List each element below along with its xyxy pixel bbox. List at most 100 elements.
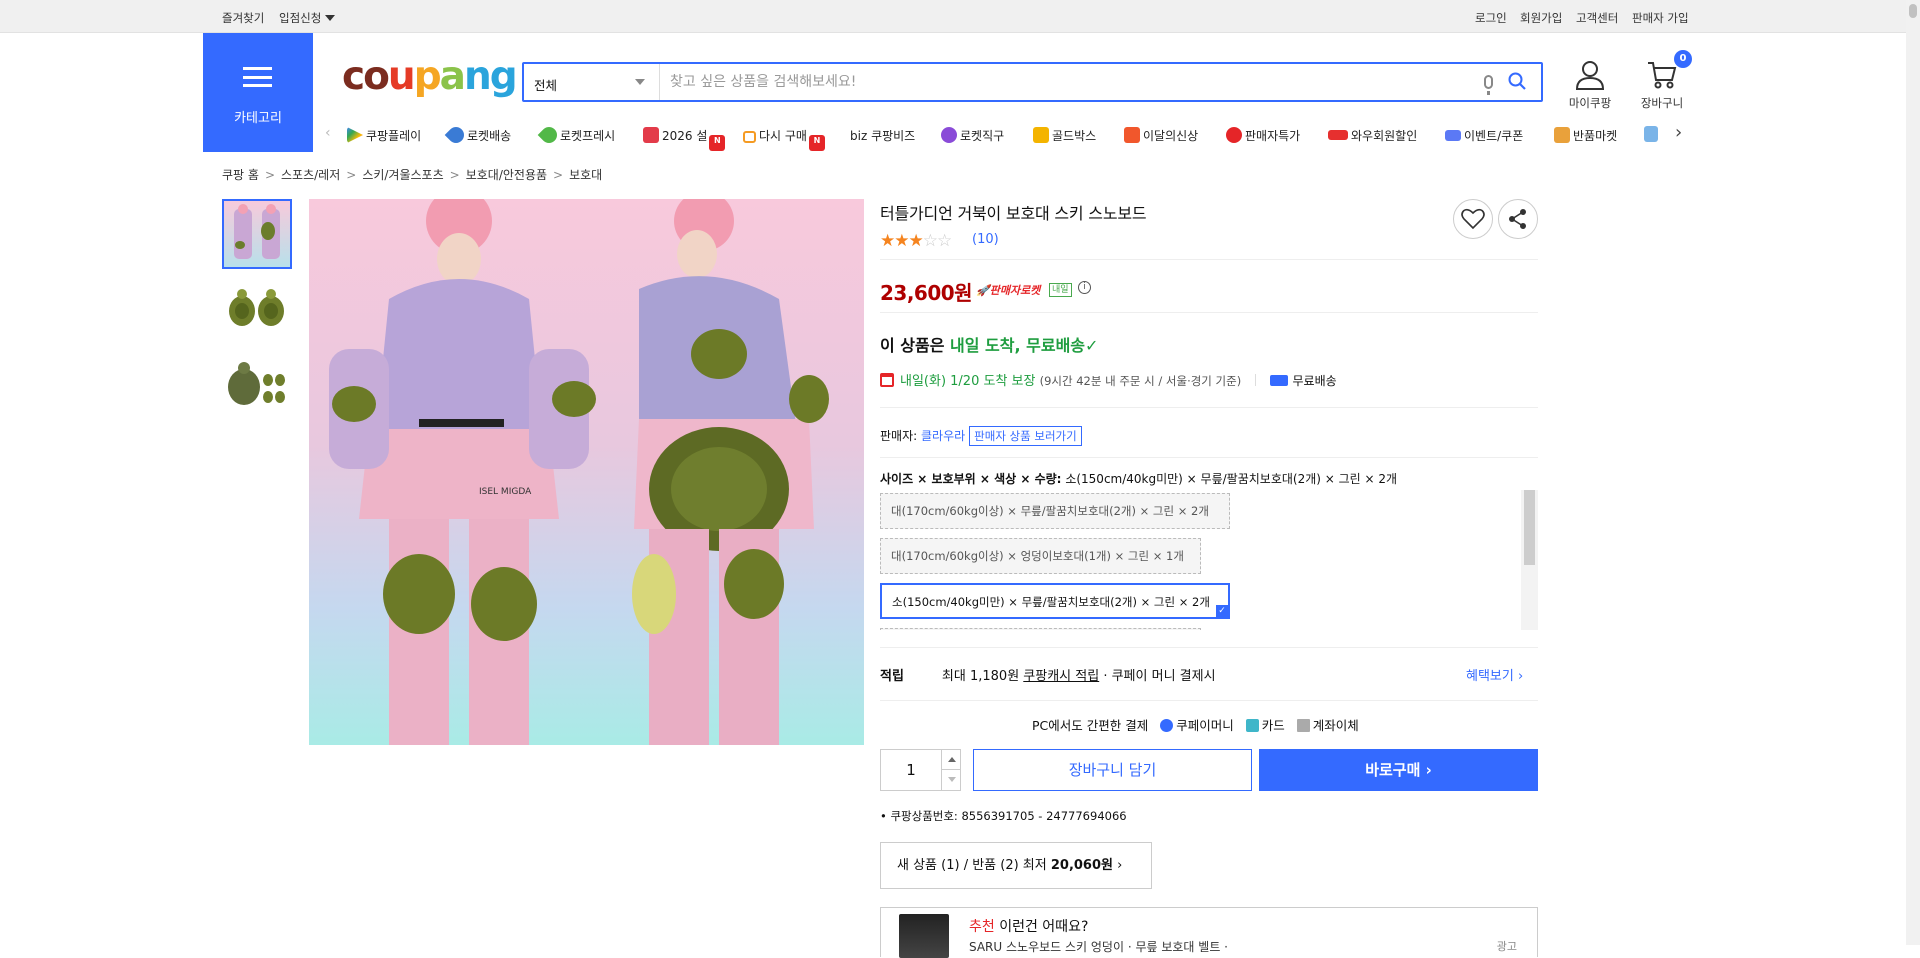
product-photo: ISEL MIGDA	[329, 199, 829, 745]
add-to-cart-button[interactable]: 장바구니 담기	[973, 749, 1252, 791]
user-icon	[1575, 61, 1605, 90]
benefit-link[interactable]: 혜택보기 ›	[1466, 665, 1523, 684]
page-scrollbar[interactable]	[1906, 0, 1920, 945]
category-label: 카테고리	[234, 111, 282, 126]
divider	[1255, 374, 1257, 386]
nav-item-rocket-fresh[interactable]: 로켓프레시	[537, 123, 615, 147]
seller-products-button[interactable]: 판매자 상품 보러가기	[969, 426, 1082, 446]
ad-label: 광고	[1496, 940, 1517, 953]
option-label-value: 소(150cm/40kg미만) × 무릎/팔꿈치보호대(2개) × 그린 × 2…	[1065, 472, 1398, 486]
info-icon[interactable]: i	[1078, 281, 1091, 294]
quantity-up-button[interactable]	[941, 750, 961, 770]
breadcrumb-item[interactable]: 스키/겨울스포츠	[362, 168, 443, 182]
product-title: 터틀가디언 거북이 보호대 스키 스노보드	[880, 204, 1147, 223]
nav-item-coupang-play[interactable]: 쿠팡플레이	[347, 127, 421, 144]
divider	[880, 457, 1538, 458]
star-filled-icon: ★	[894, 231, 910, 251]
nav-item-rocket-global[interactable]: 로켓직구	[941, 127, 1004, 144]
buy-now-button[interactable]: 바로구매 ›	[1259, 749, 1538, 791]
calendar-icon	[880, 373, 894, 387]
nav-label: 판매자특가	[1245, 129, 1301, 143]
recommendation-highlight: 추천	[969, 919, 995, 935]
bookmark-link[interactable]: 즐겨찾기	[222, 10, 264, 26]
category-menu-button[interactable]: 카테고리	[203, 33, 313, 152]
product-price: 23,600원	[880, 281, 973, 305]
coupang-cash-link[interactable]: 쿠팡캐시 적립	[1023, 669, 1099, 684]
product-thumbnail-2[interactable]	[222, 276, 292, 346]
check-icon: ✓	[1216, 605, 1228, 617]
nav-item-wow-discount[interactable]: 와우회원할인	[1328, 127, 1417, 144]
nav-item-goldbox[interactable]: 골드박스	[1033, 127, 1096, 144]
review-count-link[interactable]: (10)	[972, 232, 999, 247]
customer-center-link[interactable]: 고객센터	[1576, 10, 1618, 26]
my-coupang-label: 마이쿠팡	[1568, 96, 1612, 110]
search-category-select[interactable]: 전체	[524, 64, 660, 100]
product-thumbnail-3[interactable]	[222, 352, 292, 422]
login-link[interactable]: 로그인	[1475, 10, 1507, 26]
new-used-offers-button[interactable]: 새 상품 (1) / 반품 (2) 최저 20,060원 ›	[880, 842, 1152, 889]
pc-pay-label: PC에서도 간편한 결제	[1032, 718, 1149, 733]
microphone-icon[interactable]	[1484, 75, 1493, 95]
delivery-summary: 이 상품은 내일 도착, 무료배송✓	[880, 332, 1098, 356]
pc-easy-pay: PC에서도 간편한 결제 쿠페이머니 카드 계좌이체	[1032, 715, 1359, 734]
nav-item-seller-deals[interactable]: 판매자특가	[1226, 127, 1300, 144]
option-list: 대(170cm/60kg이상) × 무릎/팔꿈치보호대(2개) × 그린 × 2…	[880, 490, 1538, 630]
nav-item-new-arrivals[interactable]: 이달의신상	[1124, 127, 1198, 144]
nav-next-arrow-icon[interactable]: ›	[1675, 122, 1682, 143]
delivery-prefix: 이 상품은	[880, 336, 951, 355]
nav-prev-arrow-icon[interactable]: ‹	[325, 125, 331, 141]
product-main-image[interactable]: ISEL MIGDA	[309, 199, 864, 745]
quantity-input[interactable]: 1	[881, 750, 941, 790]
breadcrumb-separator-icon: >	[553, 168, 564, 182]
nav-label: 이달의신상	[1143, 129, 1199, 143]
breadcrumb-separator-icon: >	[449, 168, 460, 182]
my-coupang-button[interactable]: 마이쿠팡	[1560, 60, 1620, 111]
option-item[interactable]	[880, 628, 1201, 630]
page-scrollbar-thumb[interactable]	[1909, 4, 1917, 18]
tomorrow-badge: 내일	[1049, 283, 1072, 297]
option-item[interactable]: 대(170cm/60kg이상) × 무릎/팔꿈치보호대(2개) × 그린 × 2…	[880, 493, 1230, 529]
checkmark-icon: ✓	[1085, 336, 1099, 355]
breadcrumb-home[interactable]: 쿠팡 홈	[222, 168, 259, 182]
coupang-logo[interactable]: coupang	[342, 54, 518, 100]
nav-item-coupang-biz[interactable]: biz 쿠팡비즈	[850, 127, 915, 144]
buy-now-label: 바로구매	[1365, 761, 1421, 779]
nav-label: 로켓직구	[960, 129, 1005, 143]
product-thumbnail-1[interactable]	[222, 199, 292, 269]
gift-icon	[643, 127, 659, 143]
rocket-fresh-icon	[537, 123, 561, 147]
search-icon[interactable]	[1508, 72, 1526, 90]
home-icon	[743, 131, 756, 143]
seller-signup-link[interactable]: 판매자 가입	[1632, 10, 1689, 26]
seller-info: 판매자: 클라우라 판매자 상품 보러가기	[880, 426, 1082, 446]
nav-item-rocket-delivery[interactable]: 로켓배송	[444, 123, 511, 147]
seller-rocket-label: 판매자로켓	[989, 284, 1041, 297]
quantity-down-button[interactable]	[941, 770, 961, 790]
points-label: 적립	[880, 669, 904, 684]
recommendation-card[interactable]: 추천 이런건 어때요? SARU 스노우보드 스키 엉덩이 · 무릎 보호대 벨…	[880, 907, 1538, 958]
nav-more-icon	[1644, 126, 1661, 142]
breadcrumb-item[interactable]: 보호대/안전용품	[466, 168, 547, 182]
nav-item-return-market[interactable]: 반품마켓	[1554, 127, 1617, 144]
scrollbar-thumb[interactable]	[1524, 490, 1535, 565]
share-icon	[1509, 209, 1526, 229]
wishlist-button[interactable]	[1453, 199, 1493, 239]
breadcrumb-separator-icon: >	[264, 168, 275, 182]
signup-link[interactable]: 회원가입	[1520, 10, 1562, 26]
breadcrumb-item[interactable]: 스포츠/레저	[281, 168, 340, 182]
seller-name-link[interactable]: 클라우라	[921, 429, 965, 443]
hamburger-icon	[243, 67, 272, 87]
option-item-selected[interactable]: 소(150cm/40kg미만) × 무릎/팔꿈치보호대(2개) × 그린 × 2…	[880, 583, 1230, 619]
share-button[interactable]	[1498, 199, 1538, 239]
nav-item-rebuy[interactable]: 다시 구매 N	[743, 127, 828, 151]
breadcrumb-item[interactable]: 보호대	[569, 168, 602, 182]
seller-apply-link[interactable]: 입점신청	[279, 10, 336, 26]
search-input[interactable]	[670, 64, 1470, 100]
option-item[interactable]: 대(170cm/60kg이상) × 엉덩이보호대(1개) × 그린 × 1개	[880, 538, 1201, 574]
nav-item-2026-seol[interactable]: 2026 설N	[643, 127, 728, 151]
chevron-right-icon: ›	[1517, 669, 1524, 684]
nav-label: 다시 구매	[759, 129, 807, 143]
nav-item-events-coupons[interactable]: 이벤트/쿠폰	[1445, 127, 1523, 144]
delivery-highlight: 내일 도착, 무료배송	[950, 336, 1086, 355]
option-scrollbar[interactable]	[1521, 490, 1538, 630]
